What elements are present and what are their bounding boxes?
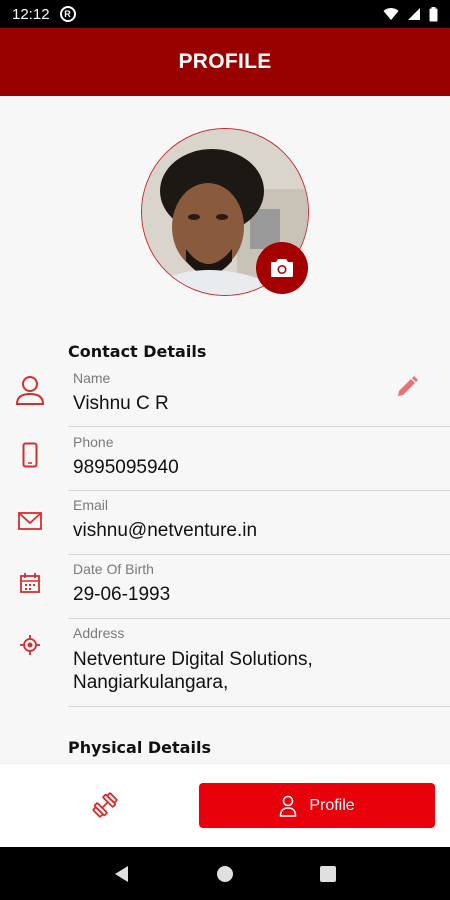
address-label: Address [73, 625, 125, 641]
physical-details-heading: Physical Details [68, 738, 211, 757]
name-row: Name Vishnu C R [0, 364, 450, 427]
email-row: Email vishnu@netventure.in [0, 491, 450, 555]
wifi-icon [383, 8, 399, 20]
edit-button[interactable] [392, 372, 422, 402]
page-title: PROFILE [178, 50, 272, 73]
name-label: Name [73, 370, 111, 386]
nav-fitness-button[interactable] [88, 788, 122, 822]
calendar-icon [12, 565, 48, 601]
phone-field: Phone 9895095940 [68, 427, 450, 491]
bottom-navigation: Profile [0, 763, 450, 847]
dob-value: 29-06-1993 [73, 584, 171, 605]
change-photo-button[interactable] [256, 242, 308, 294]
nav-profile-button[interactable]: Profile [199, 783, 435, 828]
system-navigation-bar [0, 847, 450, 900]
app-notification-icon: R [59, 6, 76, 22]
battery-icon [429, 6, 438, 21]
back-icon[interactable] [113, 865, 131, 883]
mail-icon [12, 503, 48, 539]
email-field: Email vishnu@netventure.in [68, 491, 450, 555]
dob-field: Date Of Birth 29-06-1993 [68, 555, 450, 619]
location-icon [12, 627, 48, 663]
name-value: Vishnu C R [73, 393, 169, 414]
status-time: 12:12 [12, 5, 50, 23]
address-field: Address Netventure Digital Solutions, Na… [68, 619, 450, 707]
phone-value: 9895095940 [73, 457, 179, 478]
avatar-container [141, 128, 309, 296]
email-value: vishnu@netventure.in [73, 520, 258, 541]
dumbbell-icon [92, 792, 118, 818]
phone-label: Phone [73, 434, 114, 450]
camera-icon [271, 259, 293, 277]
signal-icon [408, 8, 420, 20]
home-icon[interactable] [216, 865, 234, 883]
person-icon [280, 795, 297, 817]
edit-icon [398, 376, 418, 396]
nav-profile-label: Profile [309, 796, 355, 814]
address-line-1: Netventure Digital Solutions, [73, 649, 313, 670]
dob-row: Date Of Birth 29-06-1993 [0, 555, 450, 619]
email-label: Email [73, 497, 109, 513]
address-line-2: Nangiarkulangara, [73, 672, 229, 693]
app-bar: PROFILE [0, 28, 450, 96]
contact-details-heading: Contact Details [68, 342, 207, 361]
phone-row: Phone 9895095940 [0, 427, 450, 491]
status-bar: 12:12 R [0, 0, 450, 28]
profile-content[interactable]: Contact Details Name Vishnu C R Phone 98… [0, 96, 450, 763]
phone-icon [12, 437, 48, 473]
address-row: Address Netventure Digital Solutions, Na… [0, 619, 450, 707]
person-icon [12, 372, 48, 408]
dob-label: Date Of Birth [73, 561, 154, 577]
recents-icon[interactable] [319, 865, 337, 883]
